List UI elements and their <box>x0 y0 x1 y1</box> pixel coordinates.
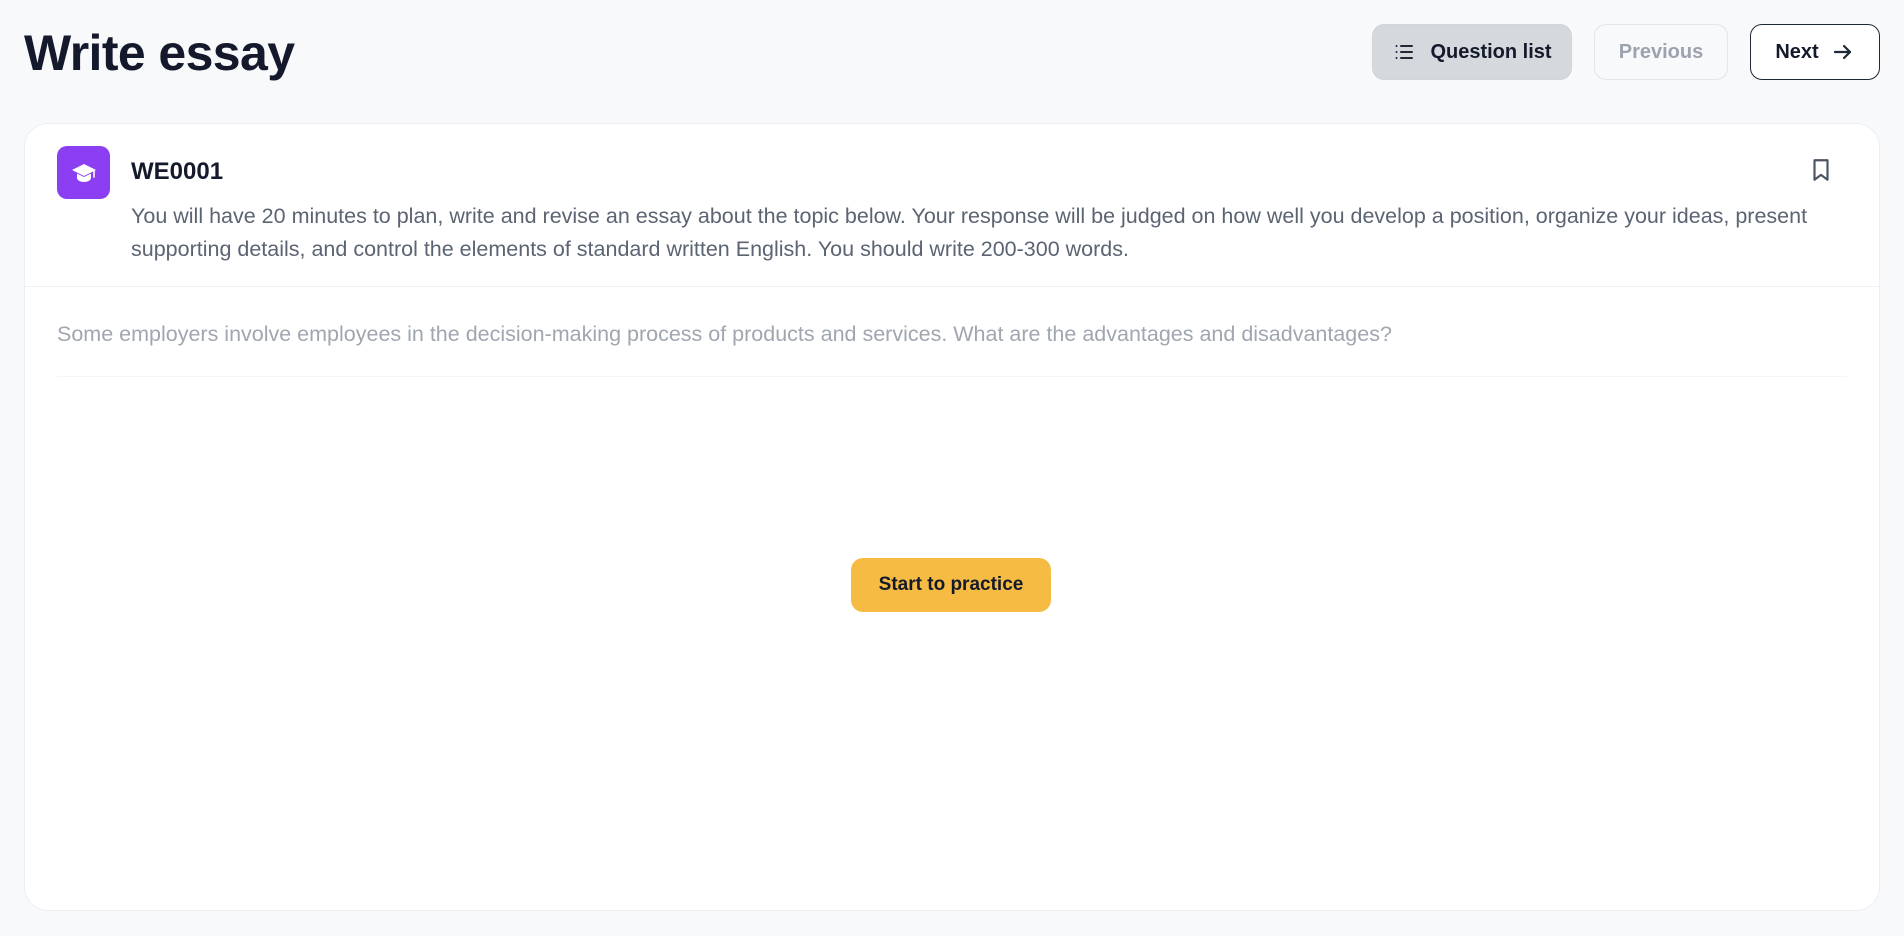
prompt-divider <box>57 376 1847 377</box>
question-card: WE0001 You will have 20 minutes to plan,… <box>24 123 1880 911</box>
question-list-label: Question list <box>1430 40 1552 63</box>
list-icon <box>1392 40 1416 64</box>
question-code: WE0001 <box>131 158 224 185</box>
next-button[interactable]: Next <box>1750 24 1880 80</box>
practice-area: Start to practice <box>25 558 1879 612</box>
start-practice-button[interactable]: Start to practice <box>851 558 1051 612</box>
previous-button[interactable]: Previous <box>1594 24 1728 80</box>
question-header: WE0001 You will have 20 minutes to plan,… <box>25 124 1879 287</box>
next-label: Next <box>1775 40 1819 63</box>
graduation-cap-icon <box>57 146 110 199</box>
essay-prompt: Some employers involve employees in the … <box>57 322 1392 346</box>
top-bar: Write essay Question list Previous Next <box>0 0 1904 104</box>
page-title: Write essay <box>24 25 295 81</box>
question-list-button[interactable]: Question list <box>1372 24 1572 80</box>
top-actions: Question list Previous Next <box>1372 24 1880 80</box>
question-instructions: You will have 20 minutes to plan, write … <box>131 204 1808 261</box>
essay-prompt-area: Some employers involve employees in the … <box>25 287 1879 377</box>
previous-label: Previous <box>1618 40 1704 63</box>
bookmark-button[interactable] <box>1805 156 1837 188</box>
bookmark-icon <box>1808 157 1834 188</box>
arrow-right-icon <box>1831 40 1855 64</box>
